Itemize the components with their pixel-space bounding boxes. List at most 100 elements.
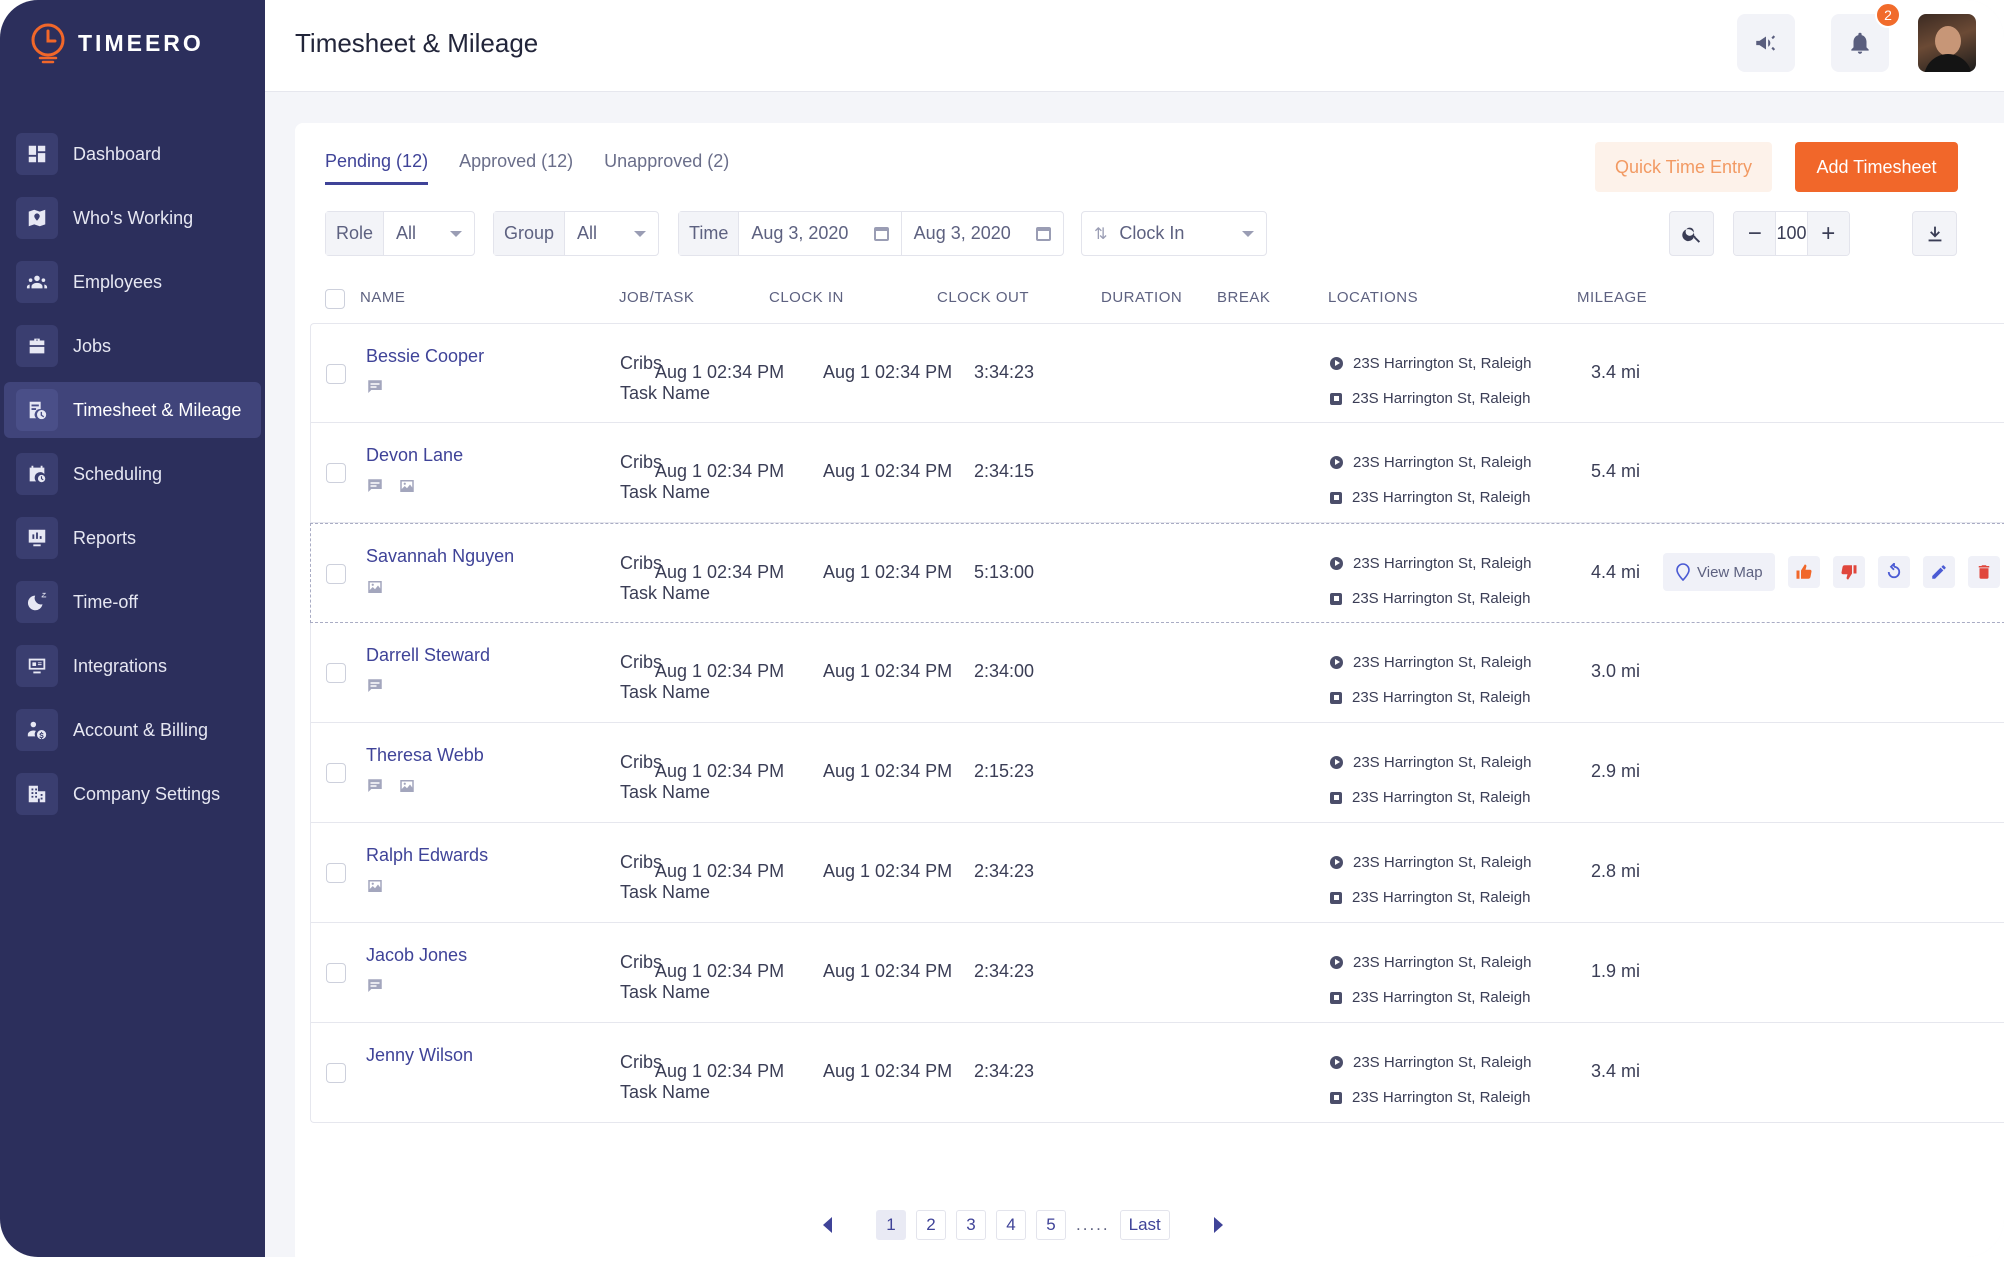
- tab-approved[interactable]: Approved (12): [459, 151, 573, 185]
- row-checkbox[interactable]: [326, 1063, 346, 1083]
- add-timesheet-button[interactable]: Add Timesheet: [1795, 142, 1958, 192]
- location-end[interactable]: 23S Harrington St, Raleigh: [1330, 880, 1531, 915]
- delete-button[interactable]: [1967, 556, 2000, 588]
- download-button[interactable]: [1912, 211, 1957, 256]
- sidebar-item-time-off[interactable]: Time-off: [4, 574, 261, 630]
- sidebar-item-jobs[interactable]: Jobs: [4, 318, 261, 374]
- row-checkbox[interactable]: [326, 963, 346, 983]
- table-row[interactable]: Ralph Edwards Cribs Task Name Aug 1 02:3…: [310, 823, 2004, 923]
- table-row[interactable]: Jenny Wilson Cribs Task Name Aug 1 02:34…: [310, 1023, 2004, 1123]
- row-checkbox[interactable]: [326, 564, 346, 584]
- date-from-input[interactable]: Aug 3, 2020: [739, 212, 902, 255]
- duration-cell: 3:34:23: [974, 362, 1035, 382]
- announcements-button[interactable]: [1737, 14, 1795, 72]
- table-row[interactable]: Bessie Cooper Cribs Task Name Aug 1 02:3…: [310, 323, 2004, 423]
- sidebar-item-company-settings[interactable]: Company Settings: [4, 766, 261, 822]
- employee-name-link[interactable]: Theresa Webb: [366, 745, 484, 766]
- location-start[interactable]: 23S Harrington St, Raleigh: [1330, 445, 1531, 480]
- location-end[interactable]: 23S Harrington St, Raleigh: [1330, 581, 1531, 616]
- employee-name-link[interactable]: Bessie Cooper: [366, 346, 484, 367]
- table-row[interactable]: Devon Lane Cribs Task Name Aug 1 02:34 P…: [310, 423, 2004, 523]
- location-end[interactable]: 23S Harrington St, Raleigh: [1330, 680, 1531, 715]
- sidebar-item-reports[interactable]: Reports: [4, 510, 261, 566]
- date-to-input[interactable]: Aug 3, 2020: [902, 212, 1063, 255]
- last-page-button[interactable]: Last: [1119, 1210, 1170, 1240]
- location-end[interactable]: 23S Harrington St, Raleigh: [1330, 480, 1531, 515]
- location-start[interactable]: 23S Harrington St, Raleigh: [1330, 845, 1531, 880]
- sidebar-item-employees[interactable]: Employees: [4, 254, 261, 310]
- page-button[interactable]: 3: [956, 1210, 986, 1240]
- employee-name-link[interactable]: Savannah Nguyen: [366, 546, 514, 567]
- reject-button[interactable]: [1832, 556, 1865, 588]
- tab-pending[interactable]: Pending (12): [325, 151, 429, 185]
- location-end[interactable]: 23S Harrington St, Raleigh: [1330, 780, 1531, 815]
- comment-icon[interactable]: [366, 777, 384, 795]
- sidebar-item-who-s-working[interactable]: Who's Working: [4, 190, 261, 246]
- reset-button[interactable]: [1877, 556, 1910, 588]
- prev-page-button[interactable]: [823, 1217, 832, 1233]
- location-start[interactable]: 23S Harrington St, Raleigh: [1330, 945, 1531, 980]
- row-attachments: [366, 378, 384, 396]
- image-icon[interactable]: [398, 477, 416, 495]
- location-start[interactable]: 23S Harrington St, Raleigh: [1330, 346, 1531, 381]
- view-map-button[interactable]: View Map: [1663, 553, 1775, 591]
- search-button[interactable]: [1669, 211, 1714, 256]
- sidebar-item-timesheet-mileage[interactable]: Timesheet & Mileage: [4, 382, 261, 438]
- select-all-checkbox[interactable]: [325, 289, 345, 309]
- employee-name-link[interactable]: Devon Lane: [366, 445, 463, 466]
- location-start[interactable]: 23S Harrington St, Raleigh: [1330, 645, 1531, 680]
- table-row[interactable]: Savannah Nguyen Cribs Task Name Aug 1 02…: [310, 523, 2004, 623]
- sidebar-item-scheduling[interactable]: Scheduling: [4, 446, 261, 502]
- role-filter[interactable]: Role All: [325, 211, 475, 256]
- location-start[interactable]: 23S Harrington St, Raleigh: [1330, 546, 1531, 581]
- comment-icon[interactable]: [366, 477, 384, 495]
- image-icon[interactable]: [398, 777, 416, 795]
- sort-select[interactable]: ⇅ Clock In: [1081, 211, 1267, 256]
- comment-icon[interactable]: [366, 378, 384, 396]
- page-button[interactable]: 1: [876, 1210, 906, 1240]
- page-button[interactable]: 4: [996, 1210, 1026, 1240]
- employee-name-link[interactable]: Darrell Steward: [366, 645, 490, 666]
- employee-name-link[interactable]: Jacob Jones: [366, 945, 467, 966]
- group-select[interactable]: All: [565, 212, 658, 255]
- comment-icon[interactable]: [366, 677, 384, 695]
- location-end[interactable]: 23S Harrington St, Raleigh: [1330, 381, 1531, 416]
- comment-icon[interactable]: [366, 977, 384, 995]
- role-select[interactable]: All: [384, 212, 474, 255]
- location-end[interactable]: 23S Harrington St, Raleigh: [1330, 1080, 1531, 1115]
- next-page-button[interactable]: [1213, 1217, 1223, 1233]
- time-filter[interactable]: Time Aug 3, 2020 Aug 3, 2020: [678, 211, 1064, 256]
- employee-name-link[interactable]: Ralph Edwards: [366, 845, 488, 866]
- edit-button[interactable]: [1922, 556, 1955, 588]
- zoom-in-button[interactable]: +: [1807, 212, 1849, 255]
- image-icon[interactable]: [366, 877, 384, 895]
- group-filter[interactable]: Group All: [493, 211, 659, 256]
- sidebar-item-integrations[interactable]: Integrations: [4, 638, 261, 694]
- table-row[interactable]: Darrell Steward Cribs Task Name Aug 1 02…: [310, 623, 2004, 723]
- zoom-value[interactable]: 100: [1775, 212, 1808, 255]
- row-checkbox[interactable]: [326, 364, 346, 384]
- table-row[interactable]: Jacob Jones Cribs Task Name Aug 1 02:34 …: [310, 923, 2004, 1023]
- row-checkbox[interactable]: [326, 463, 346, 483]
- page-button[interactable]: 5: [1036, 1210, 1066, 1240]
- row-checkbox[interactable]: [326, 663, 346, 683]
- quick-time-entry-button[interactable]: Quick Time Entry: [1595, 142, 1772, 192]
- sort-select-value[interactable]: ⇅ Clock In: [1082, 212, 1266, 255]
- zoom-out-button[interactable]: −: [1734, 212, 1776, 255]
- location-start[interactable]: 23S Harrington St, Raleigh: [1330, 1045, 1531, 1080]
- notifications-button[interactable]: 2: [1831, 2, 1901, 72]
- image-icon[interactable]: [366, 578, 384, 596]
- row-checkbox[interactable]: [326, 863, 346, 883]
- tab-unapproved[interactable]: Unapproved (2): [604, 151, 729, 185]
- row-checkbox[interactable]: [326, 763, 346, 783]
- location-end[interactable]: 23S Harrington St, Raleigh: [1330, 980, 1531, 1015]
- sidebar-item-dashboard[interactable]: Dashboard: [4, 126, 261, 182]
- page-button[interactable]: 2: [916, 1210, 946, 1240]
- user-avatar[interactable]: [1918, 14, 1976, 72]
- table-row[interactable]: Theresa Webb Cribs Task Name Aug 1 02:34…: [310, 723, 2004, 823]
- approve-button[interactable]: [1787, 556, 1820, 588]
- sidebar-item-account-billing[interactable]: Account & Billing: [4, 702, 261, 758]
- employee-name-link[interactable]: Jenny Wilson: [366, 1045, 473, 1066]
- location-start[interactable]: 23S Harrington St, Raleigh: [1330, 745, 1531, 780]
- brand-logo[interactable]: TIMEERO: [30, 22, 204, 64]
